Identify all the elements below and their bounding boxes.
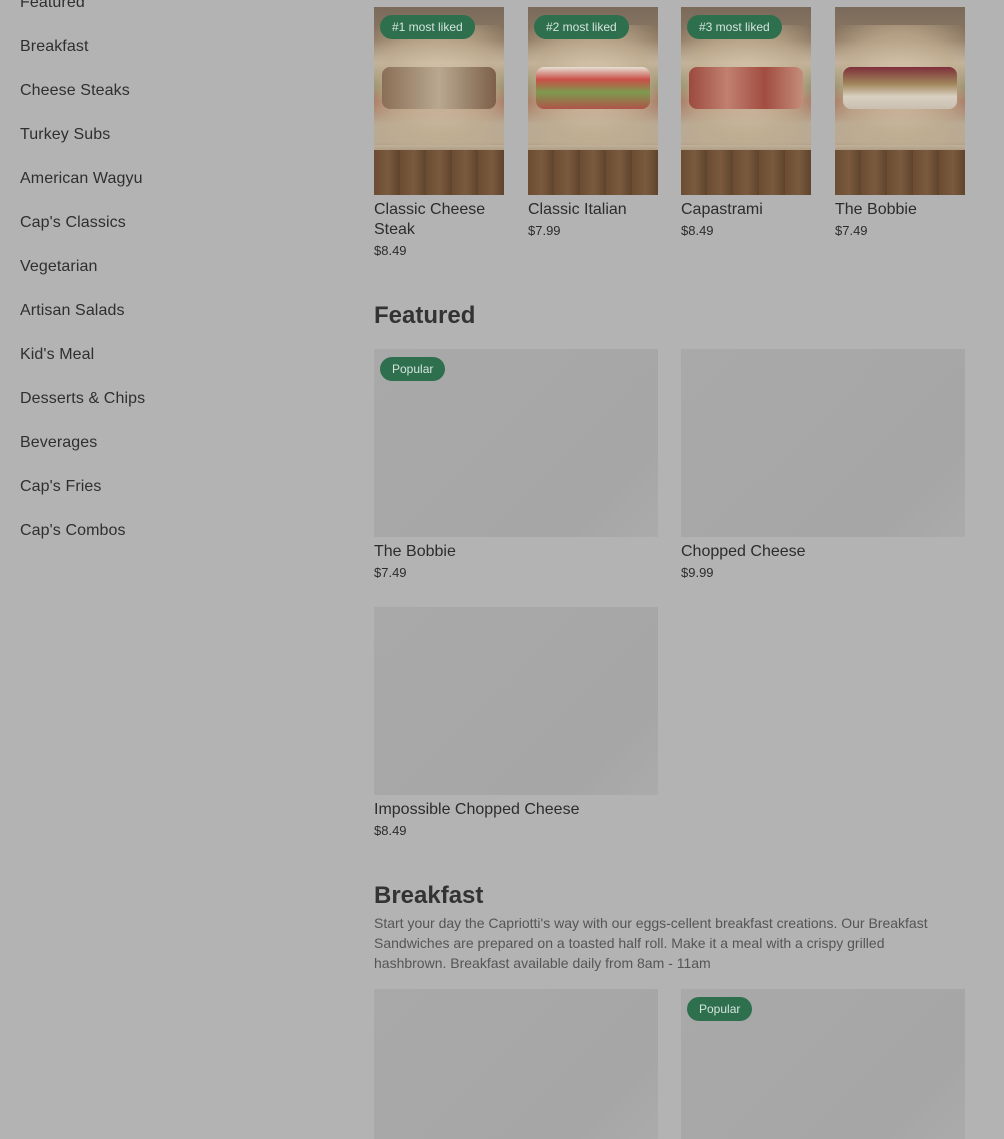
sidebar-item-artisan-salads[interactable]: Artisan Salads	[20, 302, 125, 320]
section-title-breakfast: Breakfast	[374, 882, 484, 909]
item-price: $8.49	[681, 223, 714, 238]
most-liked-row: #1 most liked Classic Cheese Steak $8.49…	[374, 7, 965, 267]
item-price: $7.99	[528, 223, 561, 238]
item-image: #2 most liked	[528, 7, 658, 195]
item-name: Impossible Chopped Cheese	[374, 801, 580, 818]
sidebar-item-caps-fries[interactable]: Cap's Fries	[20, 478, 102, 496]
item-image: Popular	[681, 989, 965, 1139]
menu-item-card[interactable]: Chopped Cheese $9.99	[681, 349, 965, 580]
menu-item-card[interactable]: #2 most liked Classic Italian $7.99	[528, 7, 658, 238]
item-name: The Bobbie	[835, 201, 917, 218]
item-image: Popular	[374, 349, 658, 537]
menu-item-card[interactable]: Impossible Chopped Cheese $8.49	[374, 607, 658, 838]
section-description: Start your day the Capriotti's way with …	[374, 915, 928, 971]
item-image	[374, 607, 658, 795]
item-name: Classic Italian	[528, 201, 627, 218]
item-name: Classic Cheese Steak	[374, 201, 486, 238]
item-name: Capastrami	[681, 201, 763, 218]
item-price: $7.49	[835, 223, 868, 238]
menu-item-card[interactable]: #3 most liked Capastrami $8.49	[681, 7, 811, 238]
rank-badge: #3 most liked	[687, 15, 782, 39]
sidebar-item-kids-meal[interactable]: Kid's Meal	[20, 346, 94, 364]
sidebar-item-turkey-subs[interactable]: Turkey Subs	[20, 126, 110, 144]
item-price: $8.49	[374, 823, 407, 838]
menu-item-card[interactable]: #1 most liked Classic Cheese Steak $8.49	[374, 7, 504, 258]
sidebar-item-american-wagyu[interactable]: American Wagyu	[20, 170, 143, 188]
sidebar-item-cheese-steaks[interactable]: Cheese Steaks	[20, 82, 130, 100]
sidebar-item-featured[interactable]: Featured	[20, 0, 85, 12]
sidebar-item-breakfast[interactable]: Breakfast	[20, 38, 89, 56]
item-image	[681, 349, 965, 537]
rank-badge: #2 most liked	[534, 15, 629, 39]
menu-item-card[interactable]: Popular The Bobbie $7.49	[374, 349, 658, 580]
sidebar-item-desserts-chips[interactable]: Desserts & Chips	[20, 390, 145, 408]
item-price: $7.49	[374, 565, 407, 580]
sidebar-item-vegetarian[interactable]: Vegetarian	[20, 258, 98, 276]
sidebar-item-beverages[interactable]: Beverages	[20, 434, 97, 452]
item-image	[374, 989, 658, 1139]
item-image: #1 most liked	[374, 7, 504, 195]
section-title-featured: Featured	[374, 302, 476, 329]
item-name: The Bobbie	[374, 543, 456, 560]
rank-badge: #1 most liked	[380, 15, 475, 39]
sidebar-item-caps-combos[interactable]: Cap's Combos	[20, 522, 126, 540]
sidebar-item-caps-classics[interactable]: Cap's Classics	[20, 214, 126, 232]
item-image: #3 most liked	[681, 7, 811, 195]
menu-item-card[interactable]: The Bobbie $7.49	[835, 7, 965, 238]
item-price: $8.49	[374, 243, 407, 258]
item-image	[835, 7, 965, 195]
item-name: Chopped Cheese	[681, 543, 806, 560]
menu-item-card[interactable]	[374, 989, 658, 1139]
menu-item-card[interactable]: Popular	[681, 989, 965, 1139]
popular-badge: Popular	[687, 997, 753, 1021]
item-price: $9.99	[681, 565, 714, 580]
popular-badge: Popular	[380, 357, 446, 381]
